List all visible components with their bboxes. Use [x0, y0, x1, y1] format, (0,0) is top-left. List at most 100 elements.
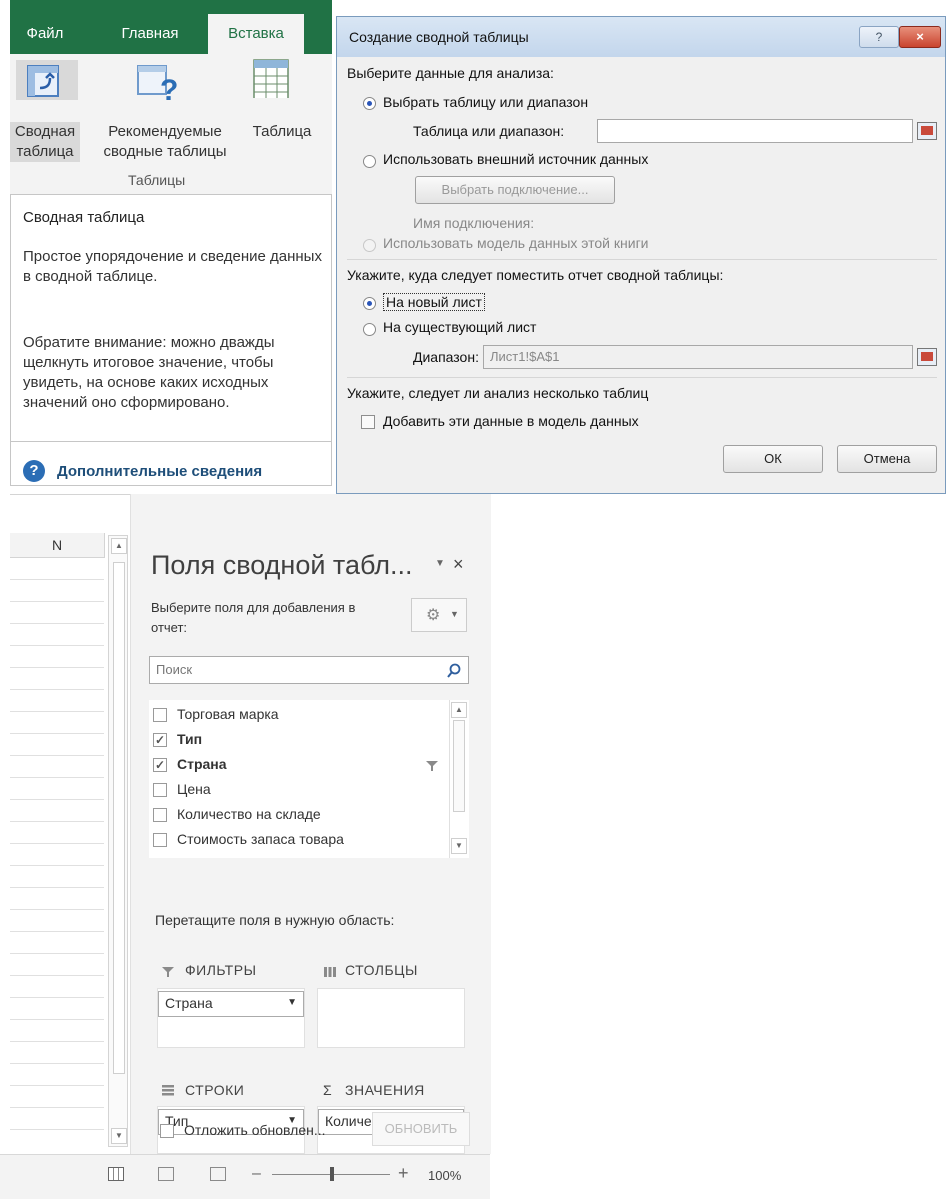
help-button[interactable]: ? [859, 26, 899, 48]
multiple-tables-heading: Укажите, следует ли анализ несколько таб… [347, 385, 649, 401]
scroll-down-icon[interactable]: ▼ [111, 1128, 127, 1144]
page-layout-icon[interactable] [158, 1167, 174, 1181]
grid-row [10, 1129, 104, 1130]
table-button-label[interactable]: Таблица [246, 122, 318, 142]
tools-button[interactable]: ⚙ ▼ [411, 598, 467, 632]
defer-update-label[interactable]: Отложить обновлен... [184, 1122, 326, 1138]
gear-icon: ⚙ [426, 607, 441, 624]
tab-file[interactable]: Файл [10, 14, 80, 54]
grid-row [10, 1019, 104, 1020]
pivot-fields-pane: Поля сводной табл... ▼ × Выберите поля д… [130, 494, 491, 1154]
field-checkbox[interactable] [153, 783, 167, 797]
columns-icon [324, 967, 336, 977]
tab-insert[interactable]: Вставка [208, 14, 304, 54]
recommended-pivot-label-2: сводные таблицы [103, 143, 227, 160]
field-list-scrollbar[interactable]: ▲ ▼ [449, 700, 468, 858]
table-icon[interactable] [250, 58, 296, 98]
ribbon-tab-bar: Файл Главная Вставка [10, 0, 332, 54]
zoom-out-icon[interactable]: – [252, 1165, 261, 1183]
radio-existing-sheet[interactable] [363, 323, 376, 336]
tooltip-note: Обратите внимание: можно дважды щелкнуть… [23, 334, 275, 411]
defer-update-checkbox[interactable] [160, 1124, 174, 1138]
choose-connection-button[interactable]: Выбрать подключение... [415, 176, 615, 204]
radio-select-range[interactable] [363, 97, 376, 110]
grid-row [10, 689, 104, 690]
create-pivot-dialog: Создание сводной таблицы ? × Выберите да… [336, 16, 946, 494]
areas-hint: Перетащите поля в нужную область: [155, 912, 395, 928]
grid-row [10, 733, 104, 734]
zoom-in-icon[interactable]: + [398, 1163, 409, 1184]
scroll-up-icon[interactable]: ▲ [451, 702, 467, 718]
radio-select-range-label[interactable]: Выбрать таблицу или диапазон [383, 94, 588, 110]
field-label: Количество на складе [177, 806, 321, 822]
recommended-pivot-label-1: Рекомендуемые [108, 123, 222, 140]
grid-row [10, 1085, 104, 1086]
tooltip-title: Сводная таблица [23, 209, 145, 226]
radio-external-source[interactable] [363, 155, 376, 168]
rows-icon [162, 1085, 174, 1096]
pivot-table-tooltip: Сводная таблица Простое упорядочение и с… [10, 194, 332, 486]
rows-area-title: СТРОКИ [185, 1082, 245, 1098]
column-header-n[interactable]: N [10, 533, 105, 558]
grid-row [10, 953, 104, 954]
section-divider [347, 259, 937, 260]
columns-area[interactable] [317, 988, 465, 1048]
filters-chip[interactable]: Страна ▼ [158, 991, 304, 1017]
recommended-pivot-icon[interactable]: ? [136, 62, 182, 102]
field-label: Стоимость запаса товара [177, 831, 344, 847]
radio-data-model-label[interactable]: Использовать модель данных этой книги [383, 235, 649, 251]
zoom-level[interactable]: 100% [428, 1168, 461, 1183]
pivot-table-label-1: Сводная [10, 122, 80, 142]
scroll-thumb[interactable] [113, 562, 125, 1074]
cancel-button[interactable]: Отмена [837, 445, 937, 473]
ribbon: Файл Главная Вставка Сводная таблица ? Р… [10, 0, 332, 194]
connection-name-label: Имя подключения: [413, 215, 535, 231]
page-break-icon[interactable] [210, 1167, 226, 1181]
field-checkbox[interactable]: ✓ [153, 758, 167, 772]
field-checkbox[interactable] [153, 708, 167, 722]
search-input[interactable]: Поиск [149, 656, 469, 684]
chevron-down-icon[interactable]: ▼ [435, 558, 445, 569]
more-info-link[interactable]: Дополнительные сведения [57, 463, 262, 480]
grid-row [10, 601, 104, 602]
tab-home[interactable]: Главная [110, 14, 190, 54]
grid-row [10, 1063, 104, 1064]
close-icon[interactable]: × [453, 554, 464, 575]
scroll-down-icon[interactable]: ▼ [451, 838, 467, 854]
update-button[interactable]: ОБНОВИТЬ [372, 1112, 470, 1146]
add-data-model-checkbox[interactable] [361, 415, 375, 429]
field-checkbox[interactable]: ✓ [153, 733, 167, 747]
close-button[interactable]: × [899, 26, 941, 48]
dialog-title: Создание сводной таблицы [349, 29, 529, 45]
field-checkbox[interactable] [153, 808, 167, 822]
radio-new-sheet-label[interactable]: На новый лист [383, 293, 485, 311]
pivot-table-button[interactable] [16, 60, 78, 100]
scroll-up-icon[interactable]: ▲ [111, 538, 127, 554]
radio-external-source-label[interactable]: Использовать внешний источник данных [383, 151, 648, 167]
radio-new-sheet[interactable] [363, 297, 376, 310]
grid-row [10, 909, 104, 910]
ok-button[interactable]: ОК [723, 445, 823, 473]
worksheet: N ▲ ▼ ▶ [10, 494, 130, 1199]
normal-view-icon[interactable] [108, 1167, 124, 1181]
dialog-titlebar: Создание сводной таблицы ? × [337, 17, 945, 57]
values-area-title: ЗНАЧЕНИЯ [345, 1082, 425, 1098]
field-list: Торговая марка ✓ Тип ✓ Страна Цена Колич… [149, 700, 469, 858]
range-input[interactable] [597, 119, 913, 143]
pane-title: Поля сводной табл... [151, 550, 413, 580]
field-checkbox[interactable] [153, 833, 167, 847]
scroll-thumb[interactable] [453, 720, 465, 812]
range-picker-icon[interactable] [917, 122, 937, 140]
location-label: Диапазон: [413, 349, 479, 365]
radio-existing-sheet-label[interactable]: На существующий лист [383, 319, 536, 335]
location-input[interactable]: Лист1!$A$1 [483, 345, 913, 369]
zoom-slider-thumb[interactable] [330, 1167, 334, 1181]
location-picker-icon[interactable] [917, 348, 937, 366]
grid-row [10, 865, 104, 866]
grid-row [10, 579, 104, 580]
vertical-scrollbar[interactable]: ▲ ▼ [108, 535, 128, 1147]
radio-data-model[interactable] [363, 239, 376, 252]
tooltip-divider [11, 441, 331, 442]
filters-area[interactable]: Страна ▼ [157, 988, 305, 1048]
add-data-model-label[interactable]: Добавить эти данные в модель данных [383, 413, 639, 429]
